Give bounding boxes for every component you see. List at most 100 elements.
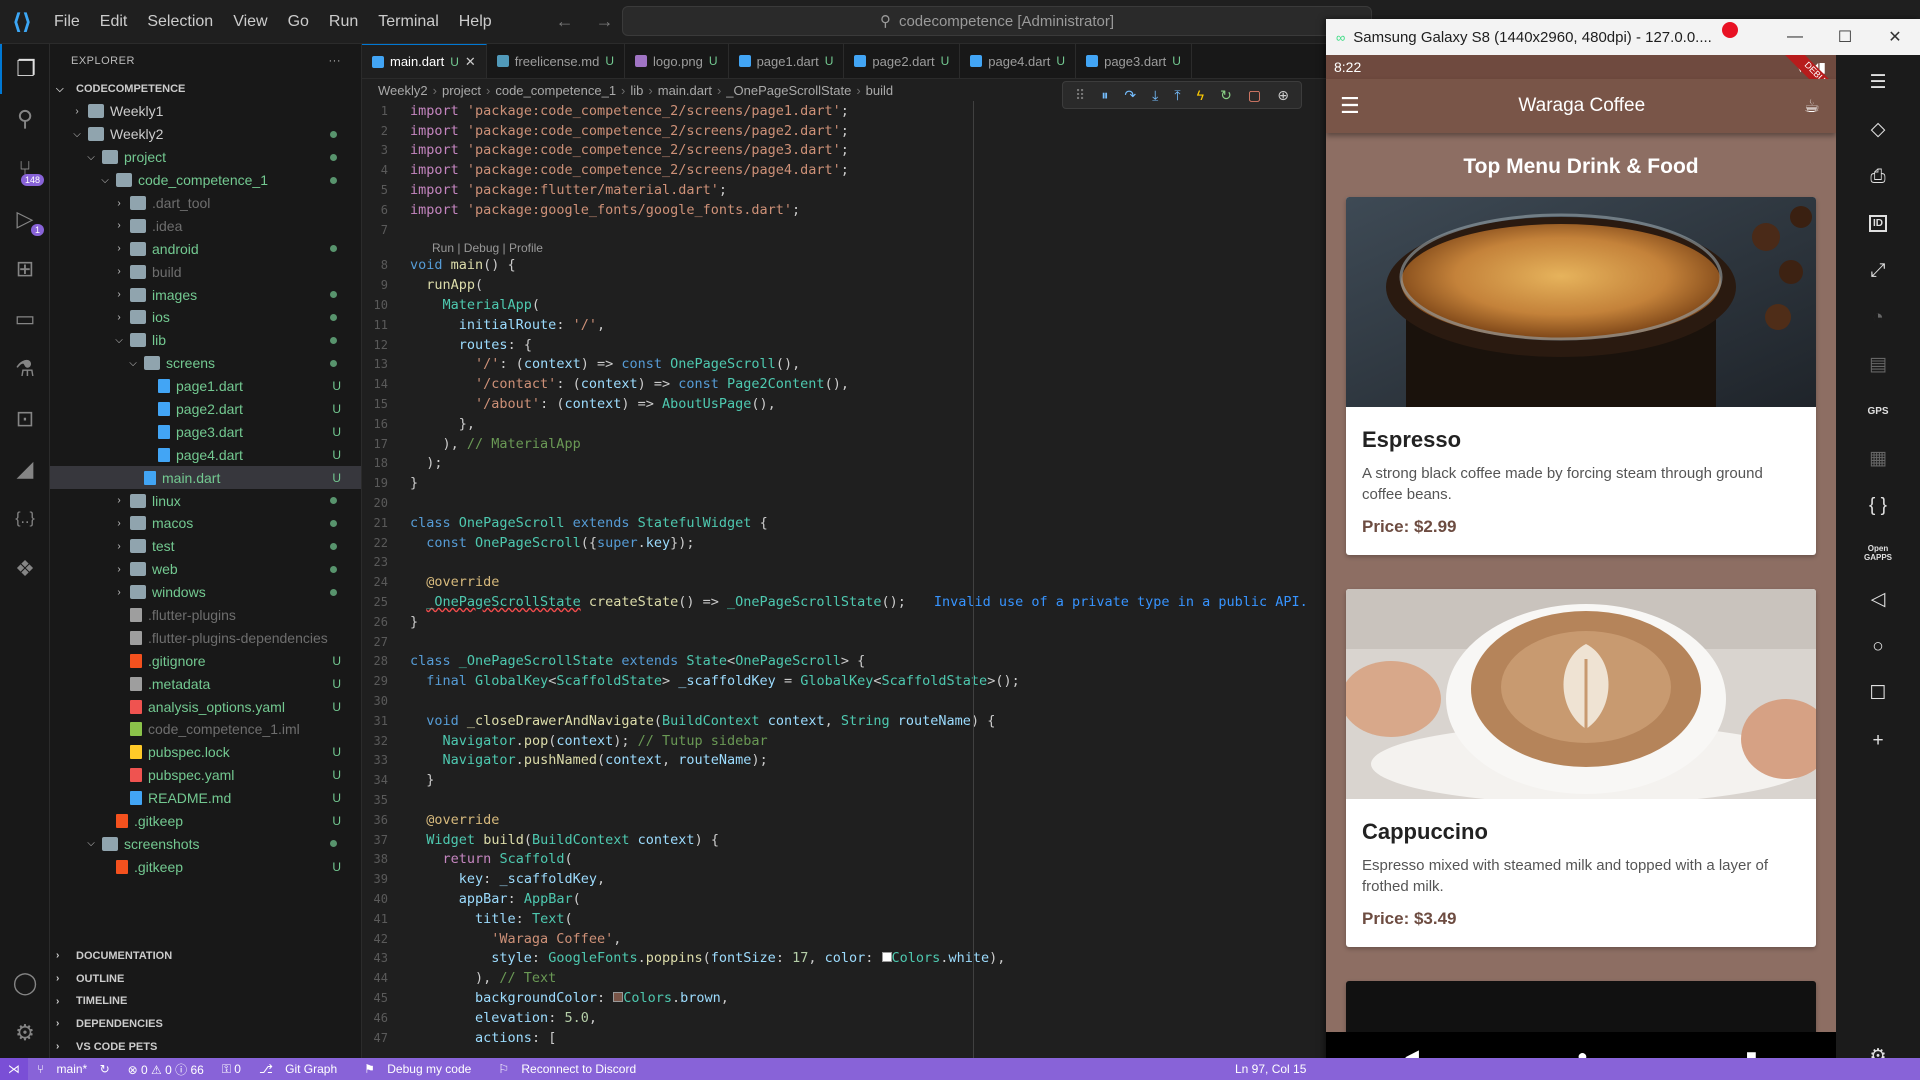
- ports-indicator[interactable]: ⚿ 0: [213, 1062, 250, 1077]
- cursor-position[interactable]: Ln 97, Col 15: [1226, 1062, 1315, 1076]
- editor-tab[interactable]: page1.dart U: [729, 44, 845, 78]
- editor-tab[interactable]: page3.dart U: [1076, 44, 1192, 78]
- back-icon[interactable]: ◁: [1836, 576, 1920, 623]
- tree-folder[interactable]: › .dart_tool: [50, 192, 361, 215]
- tree-file[interactable]: README.md U: [50, 787, 361, 810]
- section-dependencies[interactable]: › DEPENDENCIES: [50, 1013, 361, 1036]
- tree-folder[interactable]: › ios: [50, 306, 361, 329]
- tree-file[interactable]: page2.dart U: [50, 398, 361, 421]
- braces-icon[interactable]: { }: [1836, 482, 1920, 529]
- workspace-root[interactable]: ⌵ CODECOMPETENCE: [50, 78, 361, 100]
- source-control-icon[interactable]: ⑂ 148: [0, 144, 50, 194]
- minimize-icon[interactable]: —: [1770, 19, 1820, 55]
- tree-folder[interactable]: › test: [50, 535, 361, 558]
- extensions-icon[interactable]: ⊞: [0, 244, 50, 294]
- more-actions-icon[interactable]: ···: [329, 55, 342, 67]
- menu-card-espresso[interactable]: Espresso A strong black coffee made by f…: [1346, 197, 1816, 555]
- git-branch[interactable]: ⑂ main* ↻: [28, 1062, 119, 1076]
- command-center[interactable]: ⚲ codecompetence [Administrator]: [622, 6, 1372, 36]
- plus-icon[interactable]: +: [1836, 717, 1920, 764]
- terminal-icon[interactable]: ⊡: [0, 394, 50, 444]
- menu-edit[interactable]: Edit: [90, 13, 138, 31]
- resize-icon[interactable]: ⤢: [1836, 247, 1920, 294]
- gear-icon[interactable]: ⚙: [0, 1008, 50, 1058]
- debug-button[interactable]: ⚑ Debug my code: [355, 1062, 489, 1076]
- film-icon[interactable]: ▦: [1836, 435, 1920, 482]
- editor-tab[interactable]: page2.dart U: [844, 44, 961, 78]
- breadcrumb-item[interactable]: project: [442, 83, 481, 98]
- back-arrow-icon[interactable]: ←: [556, 11, 574, 32]
- tree-file[interactable]: .gitkeep U: [50, 810, 361, 833]
- tree-folder[interactable]: › windows: [50, 581, 361, 604]
- id-icon[interactable]: ID: [1836, 200, 1920, 247]
- flutter-icon[interactable]: ◢: [0, 444, 50, 494]
- tree-folder[interactable]: › linux: [50, 489, 361, 512]
- tree-folder[interactable]: ⌵ screenshots: [50, 833, 361, 856]
- overview-icon[interactable]: ☐: [1836, 670, 1920, 717]
- tree-file[interactable]: pubspec.lock U: [50, 741, 361, 764]
- section-documentation[interactable]: › DOCUMENTATION: [50, 945, 361, 968]
- section-outline[interactable]: › OUTLINE: [50, 967, 361, 990]
- tree-file[interactable]: .flutter-plugins: [50, 604, 361, 627]
- git-graph-button[interactable]: ⎇ Git Graph: [250, 1062, 355, 1076]
- tree-folder[interactable]: ⌵ Weekly2: [50, 123, 361, 146]
- tree-file[interactable]: page3.dart U: [50, 420, 361, 443]
- rss-icon[interactable]: ◔: [1836, 294, 1920, 341]
- testing-icon[interactable]: ⚗: [0, 344, 50, 394]
- account-icon[interactable]: ◯: [0, 958, 50, 1008]
- breadcrumb-item[interactable]: build: [866, 83, 893, 98]
- menu-run[interactable]: Run: [319, 13, 368, 31]
- section-vscode-pets[interactable]: › VS CODE PETS: [50, 1035, 361, 1058]
- tree-folder[interactable]: › build: [50, 260, 361, 283]
- breadcrumb-item[interactable]: _OnePageScrollState: [726, 83, 851, 98]
- tree-file[interactable]: .metadata U: [50, 672, 361, 695]
- gps-icon[interactable]: GPS: [1836, 388, 1920, 435]
- tree-file[interactable]: analysis_options.yaml U: [50, 695, 361, 718]
- menu-terminal[interactable]: Terminal: [368, 13, 448, 31]
- tree-folder[interactable]: › images: [50, 283, 361, 306]
- tree-folder[interactable]: › Weekly1: [50, 100, 361, 123]
- sdcard-icon[interactable]: ▤: [1836, 341, 1920, 388]
- tree-file[interactable]: page4.dart U: [50, 443, 361, 466]
- maximize-icon[interactable]: ☐: [1820, 19, 1870, 55]
- tree-file[interactable]: page1.dart U: [50, 375, 361, 398]
- codelens[interactable]: Run | Debug | Profile: [362, 240, 1326, 256]
- remote-explorer-icon[interactable]: ▭: [0, 294, 50, 344]
- discord-button[interactable]: ⚐ Reconnect to Discord: [489, 1062, 654, 1076]
- menu-help[interactable]: Help: [449, 13, 502, 31]
- pets-icon[interactable]: ❖: [0, 544, 50, 594]
- close-icon[interactable]: ✕: [1870, 19, 1920, 55]
- editor-tab[interactable]: logo.png U: [625, 44, 729, 78]
- editor-tab[interactable]: freelicense.md U: [487, 44, 625, 78]
- breadcrumb-item[interactable]: lib: [630, 83, 643, 98]
- run-debug-icon[interactable]: ▷ 1: [0, 194, 50, 244]
- problems-indicator[interactable]: ⊗ 0 ⚠ 0 ⓘ 66: [119, 1061, 213, 1078]
- tree-file[interactable]: main.dart U: [50, 466, 361, 490]
- search-icon[interactable]: ⚲: [0, 94, 50, 144]
- code-editor[interactable]: 1 import 'package:code_competence_2/scree…: [362, 101, 1326, 1047]
- section-timeline[interactable]: › TIMELINE: [50, 990, 361, 1013]
- files-icon[interactable]: ❐: [0, 44, 50, 94]
- camera-icon[interactable]: ⎙: [1836, 153, 1920, 200]
- tree-folder[interactable]: › macos: [50, 512, 361, 535]
- close-tab-icon[interactable]: ✕: [465, 54, 476, 70]
- coffee-cup-icon[interactable]: ☕: [1804, 96, 1820, 117]
- tree-file[interactable]: pubspec.yaml U: [50, 764, 361, 787]
- tree-folder[interactable]: ⌵ project: [50, 146, 361, 169]
- tree-file[interactable]: .flutter-plugins-dependencies: [50, 626, 361, 649]
- tree-folder[interactable]: › .idea: [50, 214, 361, 237]
- tree-file[interactable]: code_competence_1.iml: [50, 718, 361, 741]
- json-icon[interactable]: {..}: [0, 494, 50, 544]
- breadcrumb-item[interactable]: code_competence_1: [495, 83, 616, 98]
- opengapps-icon[interactable]: Open GAPPS: [1836, 529, 1920, 576]
- tree-folder[interactable]: ⌵ code_competence_1: [50, 169, 361, 192]
- tree-file[interactable]: .gitkeep U: [50, 855, 361, 878]
- rotate-icon[interactable]: ◇: [1836, 106, 1920, 153]
- menu-icon[interactable]: ☰: [1836, 59, 1920, 106]
- menu-view[interactable]: View: [223, 13, 277, 31]
- editor-tab[interactable]: page4.dart U: [960, 44, 1077, 78]
- home-icon[interactable]: ○: [1836, 623, 1920, 670]
- tree-folder[interactable]: ⌵ lib: [50, 329, 361, 352]
- breadcrumb-item[interactable]: Weekly2: [378, 83, 428, 98]
- tree-folder[interactable]: ⌵ screens: [50, 352, 361, 375]
